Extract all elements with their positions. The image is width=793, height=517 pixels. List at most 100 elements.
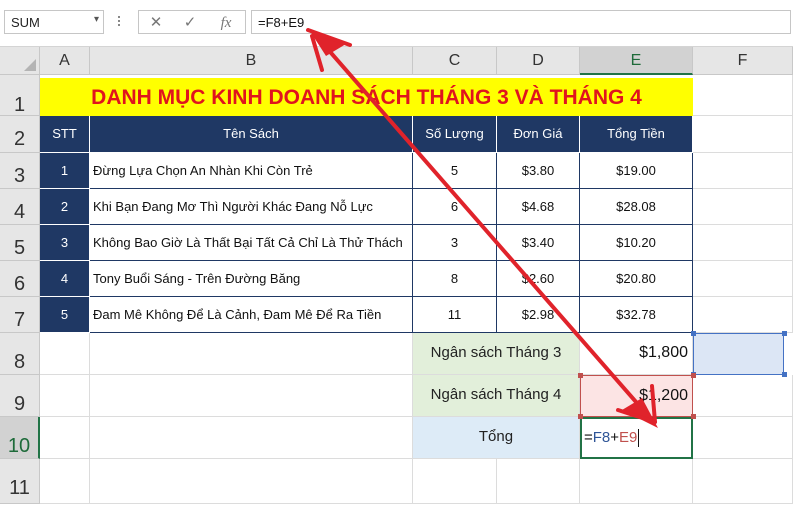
cell-stt[interactable]: 4 <box>40 261 90 297</box>
formula-ref-f8: F8 <box>592 429 611 446</box>
formula-buttons: ✕ ✓ fx <box>138 10 246 34</box>
cell-b10[interactable] <box>90 417 413 459</box>
e9-handle-br[interactable] <box>691 414 696 419</box>
row-header-11[interactable]: 11 <box>0 459 40 504</box>
cell-f6[interactable] <box>693 261 793 297</box>
budget-april-label[interactable]: Ngân sách Tháng 4 <box>413 375 580 417</box>
row-header-4[interactable]: 4 <box>0 189 40 225</box>
cell-stt[interactable]: 1 <box>40 153 90 189</box>
select-all-corner[interactable] <box>0 47 40 75</box>
cell-f10[interactable] <box>693 417 793 459</box>
total-label[interactable]: Tổng <box>413 417 580 459</box>
cell-a10[interactable] <box>40 417 90 459</box>
column-header-f[interactable]: F <box>693 47 793 75</box>
sheet-title[interactable]: DANH MỤC KINH DOANH SÁCH THÁNG 3 VÀ THÁN… <box>40 78 693 116</box>
budget-march-label[interactable]: Ngân sách Tháng 3 <box>413 333 580 375</box>
row-header-2[interactable]: 2 <box>0 116 40 153</box>
e9-handle-tl[interactable] <box>578 373 583 378</box>
active-cell-editor[interactable]: =F8+E9 <box>580 417 693 459</box>
name-box[interactable]: SUM ▾ <box>4 10 104 34</box>
cell-a8[interactable] <box>40 333 90 375</box>
cell-stt[interactable]: 5 <box>40 297 90 333</box>
cell-book-name[interactable]: Đam Mê Không Để Là Cảnh, Đam Mê Để Ra Ti… <box>90 297 413 333</box>
cell-a11[interactable] <box>40 459 90 504</box>
cell-book-name[interactable]: Tony Buổi Sáng - Trên Đường Băng <box>90 261 413 297</box>
cell-a9[interactable] <box>40 375 90 417</box>
cell-f5[interactable] <box>693 225 793 261</box>
e9-handle-bl[interactable] <box>578 414 583 419</box>
cell-f4[interactable] <box>693 189 793 225</box>
cell-b8[interactable] <box>90 333 413 375</box>
cell-b11[interactable] <box>90 459 413 504</box>
drag-handle-icon[interactable] <box>118 14 122 32</box>
cell-book-name[interactable]: Khi Bạn Đang Mơ Thì Người Khác Đang Nỗ L… <box>90 189 413 225</box>
f8-handle-br[interactable] <box>782 372 787 377</box>
chevron-down-icon[interactable]: ▾ <box>94 14 99 25</box>
cell-stt[interactable]: 2 <box>40 189 90 225</box>
enter-icon[interactable]: ✓ <box>177 13 203 33</box>
header-stt[interactable]: STT <box>40 116 90 153</box>
text-caret <box>638 429 640 448</box>
cell-book-name[interactable]: Đừng Lựa Chọn An Nhàn Khi Còn Trẻ <box>90 153 413 189</box>
cell-f7[interactable] <box>693 297 793 333</box>
row-header-9[interactable]: 9 <box>0 375 40 417</box>
column-header-a[interactable]: A <box>40 47 90 75</box>
row-header-3[interactable]: 3 <box>0 153 40 189</box>
cell-f11[interactable] <box>693 459 793 504</box>
cell-total[interactable]: $19.00 <box>580 153 693 189</box>
cell-quantity[interactable]: 3 <box>413 225 497 261</box>
row-header-6[interactable]: 6 <box>0 261 40 297</box>
row-header-5[interactable]: 5 <box>0 225 40 261</box>
cell-quantity[interactable]: 5 <box>413 153 497 189</box>
cell-b9[interactable] <box>90 375 413 417</box>
cell-total[interactable]: $20.80 <box>580 261 693 297</box>
row-header-10[interactable]: 10 <box>0 417 40 459</box>
row-header-7[interactable]: 7 <box>0 297 40 333</box>
cell-f1[interactable] <box>693 75 793 116</box>
cell-c11[interactable] <box>413 459 497 504</box>
cell-price[interactable]: $3.80 <box>497 153 580 189</box>
cell-total[interactable]: $32.78 <box>580 297 693 333</box>
header-so-luong[interactable]: Số Lượng <box>413 116 497 153</box>
cancel-icon[interactable]: ✕ <box>143 13 169 33</box>
cell-f9[interactable] <box>693 375 793 417</box>
formula-plus: + <box>610 429 620 446</box>
header-don-gia[interactable]: Đơn Giá <box>497 116 580 153</box>
cell-f3[interactable] <box>693 153 793 189</box>
column-header-e[interactable]: E <box>580 47 693 75</box>
cell-total[interactable]: $10.20 <box>580 225 693 261</box>
formula-ref-e9: E9 <box>619 429 638 446</box>
cell-book-name[interactable]: Không Bao Giờ Là Thất Bại Tất Cả Chỉ Là … <box>90 225 413 261</box>
column-header-c[interactable]: C <box>413 47 497 75</box>
insert-function-icon[interactable]: fx <box>213 13 239 33</box>
formula-eq: = <box>584 429 593 446</box>
cell-price[interactable]: $2.98 <box>497 297 580 333</box>
cell-quantity[interactable]: 6 <box>413 189 497 225</box>
cell-total[interactable]: $28.08 <box>580 189 693 225</box>
formula-input[interactable]: =F8+E9 <box>251 10 791 34</box>
f8-handle-tr[interactable] <box>782 331 787 336</box>
budget-march-value[interactable]: $1,800 <box>580 333 693 375</box>
column-header-b[interactable]: B <box>90 47 413 75</box>
row-header-8[interactable]: 8 <box>0 333 40 375</box>
cell-quantity[interactable]: 8 <box>413 261 497 297</box>
header-ten-sach[interactable]: Tên Sách <box>90 116 413 153</box>
worksheet-grid[interactable]: DANH MỤC KINH DOANH SÁCH THÁNG 3 VÀ THÁN… <box>40 75 793 504</box>
cell-d11[interactable] <box>497 459 580 504</box>
header-tong-tien[interactable]: Tổng Tiền <box>580 116 693 153</box>
cell-e11[interactable] <box>580 459 693 504</box>
cell-price[interactable]: $4.68 <box>497 189 580 225</box>
e9-handle-tr[interactable] <box>691 373 696 378</box>
formula-bar: SUM ▾ ✕ ✓ fx =F8+E9 <box>0 0 793 47</box>
cell-price[interactable]: $2.60 <box>497 261 580 297</box>
budget-april-value[interactable]: $1,200 <box>580 375 693 417</box>
f8-handle-tl[interactable] <box>691 331 696 336</box>
cell-stt[interactable]: 3 <box>40 225 90 261</box>
cell-f2[interactable] <box>693 116 793 153</box>
column-header-d[interactable]: D <box>497 47 580 75</box>
cell-price[interactable]: $3.40 <box>497 225 580 261</box>
name-box-value: SUM <box>11 15 40 30</box>
cell-quantity[interactable]: 11 <box>413 297 497 333</box>
row-header-1[interactable]: 1 <box>0 75 40 116</box>
cell-f8-referenced[interactable] <box>693 333 784 375</box>
